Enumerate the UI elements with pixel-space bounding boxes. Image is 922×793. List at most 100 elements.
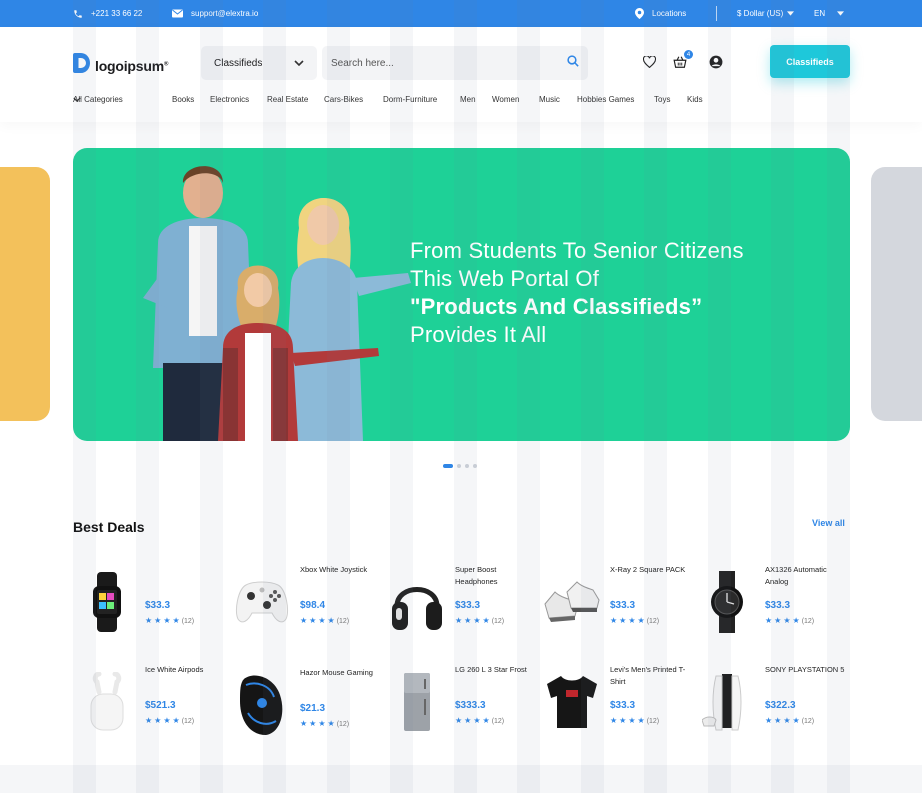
search-input[interactable] — [331, 57, 567, 69]
headphones-icon — [383, 562, 451, 642]
star-icon: ★ — [318, 616, 326, 625]
top-bar: +221 33 66 22 support@elextra.io Locatio… — [0, 0, 922, 27]
review-count: (12) — [491, 717, 505, 725]
star-icon: ★ — [163, 716, 171, 725]
smartwatch-band-icon — [73, 562, 141, 642]
hero-line-4: Provides It All — [410, 322, 547, 347]
classifieds-button[interactable]: Classifieds — [770, 45, 850, 78]
locations-link[interactable]: Locations — [635, 0, 686, 27]
caret-down-icon — [787, 11, 795, 16]
hero-line-2: This Web Portal Of — [410, 266, 600, 291]
product-price: $98.4 — [300, 600, 326, 611]
product-price: $33.3 — [455, 600, 481, 611]
nav-item-kids[interactable]: Kids — [687, 95, 703, 104]
star-icon: ★ — [610, 716, 618, 725]
carousel-prev-slide-peek[interactable] — [0, 167, 50, 421]
carousel-dot-4[interactable] — [473, 464, 477, 468]
site-logo[interactable]: logoipsum® — [73, 53, 168, 78]
nav-item-toys[interactable]: Toys — [654, 95, 670, 104]
hero-family-illustration — [143, 166, 411, 441]
review-count: (12) — [646, 617, 660, 625]
product-card[interactable]: $33.3 ★ ★ ★ ★ (12) — [73, 562, 223, 647]
currency-label: $ Dollar (US) — [737, 9, 784, 18]
star-icon: ★ — [783, 716, 791, 725]
wristwatch-icon — [693, 562, 761, 642]
best-deals-heading: Best Deals — [73, 519, 145, 535]
product-card[interactable]: SONY PLAYSTATION 5 $322.3 ★ ★ ★ ★ (12) — [693, 662, 844, 747]
star-icon: ★ — [637, 616, 645, 625]
carousel-next-slide-peek[interactable] — [871, 167, 922, 421]
nav-item-music[interactable]: Music — [539, 95, 560, 104]
product-card[interactable]: Levi's Men's Printed T-Shirt $33.3 ★ ★ ★ ★ … — [538, 662, 688, 747]
phone-icon — [73, 9, 83, 19]
star-icon: ★ — [154, 616, 162, 625]
product-price: $21.3 — [300, 703, 326, 714]
product-card[interactable]: Ice White Airpods $521.3 ★ ★ ★ ★ (12) — [73, 662, 223, 747]
carousel-dot-3[interactable] — [465, 464, 469, 468]
review-count: (12) — [181, 617, 195, 625]
wishlist-heart-icon[interactable] — [641, 54, 657, 70]
star-icon: ★ — [774, 716, 782, 725]
language-dropdown[interactable]: EN — [814, 0, 845, 27]
nav-item-dorm-furniture[interactable]: Dorm-Furniture — [383, 95, 437, 104]
product-rating: ★ ★ ★ ★ (12) — [145, 617, 194, 625]
product-price: $521.3 — [145, 700, 176, 711]
email-contact[interactable]: support@elextra.io — [172, 0, 258, 27]
star-icon: ★ — [455, 716, 463, 725]
review-count: (12) — [491, 617, 505, 625]
product-name: Xbox White Joystick — [300, 565, 368, 574]
product-card[interactable]: Super Boost Headphones $33.3 ★ ★ ★ ★ (12) — [383, 562, 533, 647]
refrigerator-icon — [383, 662, 451, 742]
product-card[interactable]: Xbox White Joystick $98.4 ★ ★ ★ ★ (12) — [228, 562, 378, 647]
nav-item-women[interactable]: Women — [492, 95, 519, 104]
user-account-icon[interactable] — [708, 54, 724, 70]
star-icon: ★ — [792, 716, 800, 725]
nav-item-books[interactable]: Books — [172, 95, 194, 104]
nav-item-electronics[interactable]: Electronics — [210, 95, 249, 104]
product-card[interactable]: AX1326 Automatic Analog $33.3 ★ ★ ★ ★ (12) — [693, 562, 843, 647]
product-name: Ice White Airpods — [145, 665, 204, 674]
product-rating: ★ ★ ★ ★ (12) — [455, 717, 504, 725]
nav-item-men[interactable]: Men — [460, 95, 476, 104]
nav-item-hobbies-games[interactable]: Hobbies Games — [577, 95, 634, 104]
search-icon[interactable] — [567, 54, 579, 72]
review-count: (12) — [801, 617, 815, 625]
carousel-dot-2[interactable] — [457, 464, 461, 468]
phone-contact[interactable]: +221 33 66 22 — [73, 0, 142, 27]
product-card[interactable]: LG 260 L 3 Star Frost $333.3 ★ ★ ★ ★ (12) — [383, 662, 533, 747]
product-name: Levi's Men's Printed T-Shirt — [610, 665, 686, 686]
star-icon: ★ — [464, 716, 472, 725]
product-rating: ★ ★ ★ ★ (12) — [455, 617, 504, 625]
product-name: Super Boost Headphones — [455, 565, 498, 586]
hero-line-3: "Products And Classifieds” — [410, 294, 703, 319]
footer-strip — [0, 765, 922, 793]
airpods-icon — [73, 662, 141, 742]
star-icon: ★ — [619, 616, 627, 625]
star-icon: ★ — [309, 616, 317, 625]
star-icon: ★ — [172, 616, 180, 625]
nav-item-real-estate[interactable]: Real Estate — [267, 95, 308, 104]
game-console-icon — [693, 662, 761, 742]
hero-banner[interactable]: From Students To Senior Citizens This We… — [73, 148, 850, 441]
email-address: support@elextra.io — [191, 9, 259, 18]
star-icon: ★ — [482, 716, 490, 725]
review-count: (12) — [336, 617, 350, 625]
site-header: logoipsum® Classifieds 4 Classifieds All… — [0, 27, 922, 122]
shopping-basket-icon[interactable]: 4 — [672, 50, 693, 70]
currency-dropdown[interactable]: $ Dollar (US) — [737, 0, 795, 27]
star-icon: ★ — [783, 616, 791, 625]
product-card[interactable]: Hazor Mouse Gaming $21.3 ★ ★ ★ ★ (12) — [228, 665, 378, 750]
star-icon: ★ — [327, 719, 335, 728]
view-all-link[interactable]: View all — [812, 518, 845, 528]
nav-item-cars-bikes[interactable]: Cars-Bikes — [324, 95, 363, 104]
product-card[interactable]: X-Ray 2 Square PACK $33.3 ★ ★ ★ ★ (12) — [538, 562, 688, 647]
product-rating: ★ ★ ★ ★ (12) — [300, 720, 349, 728]
star-icon: ★ — [473, 716, 481, 725]
caret-down-icon — [837, 11, 845, 16]
category-select[interactable]: Classifieds — [201, 46, 317, 80]
carousel-dot-1[interactable] — [443, 464, 453, 468]
review-count: (12) — [181, 717, 195, 725]
star-icon: ★ — [455, 616, 463, 625]
location-pin-icon — [635, 8, 644, 19]
review-count: (12) — [646, 717, 660, 725]
